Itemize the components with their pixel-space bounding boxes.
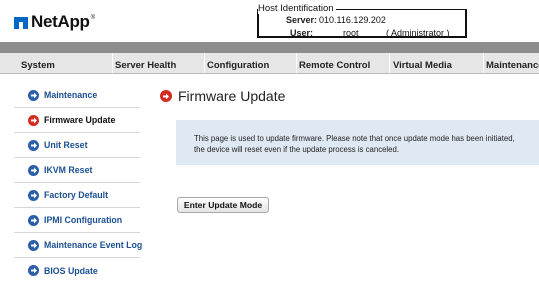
arrow-right-icon [28, 139, 39, 151]
sidebar-item-factory-default[interactable]: Factory Default [14, 183, 140, 208]
tab-system[interactable]: System [0, 53, 113, 73]
enter-update-mode-button[interactable]: Enter Update Mode [177, 197, 269, 213]
header-divider-bar [0, 42, 539, 53]
sidebar: Maintenance Firmware Update Unit Reset I… [14, 83, 143, 283]
sidebar-item-label: Factory Default [44, 190, 109, 200]
user-role: ( Administrator ) [386, 28, 450, 38]
host-identification-title: Host Identification [258, 3, 336, 14]
server-label: Server: [286, 15, 318, 25]
server-value: 010.116.129.202 [319, 15, 386, 25]
tab-virtual-media[interactable]: Virtual Media [390, 53, 484, 73]
sidebar-item-unit-reset[interactable]: Unit Reset [14, 133, 140, 158]
sidebar-item-label: Maintenance Event Log [44, 240, 143, 250]
sidebar-item-maintenance-event-log[interactable]: Maintenance Event Log [14, 233, 143, 258]
info-message-box: This page is used to update firmware. Pl… [176, 120, 539, 165]
netapp-logo: NetApp ® [14, 12, 95, 32]
tab-server-health[interactable]: Server Health [113, 53, 205, 73]
sidebar-item-label: IKVM Reset [44, 165, 93, 175]
info-text-line-1: This page is used to update firmware. Pl… [194, 134, 515, 143]
arrow-right-icon [160, 90, 172, 102]
arrow-right-icon [28, 164, 39, 176]
arrow-right-icon [28, 114, 39, 126]
sidebar-item-firmware-update[interactable]: Firmware Update [14, 108, 140, 133]
arrow-right-icon [28, 265, 39, 276]
main-nav: System Server Health Configuration Remot… [0, 53, 539, 74]
sidebar-item-label: BIOS Update [44, 265, 98, 276]
arrow-right-icon [28, 214, 39, 226]
sidebar-item-ikvm-reset[interactable]: IKVM Reset [14, 158, 140, 183]
sidebar-item-label: Unit Reset [44, 140, 88, 150]
page-header: Firmware Update [160, 88, 285, 104]
netapp-logo-icon [14, 17, 28, 29]
sidebar-item-label: Maintenance [44, 90, 98, 100]
arrow-right-icon [28, 239, 39, 251]
arrow-right-icon [28, 89, 39, 101]
sidebar-item-bios-update[interactable]: BIOS Update [14, 258, 140, 283]
trademark: ® [90, 15, 96, 21]
arrow-right-icon [28, 189, 39, 201]
tab-remote-control[interactable]: Remote Control [297, 53, 390, 73]
sidebar-item-ipmi-configuration[interactable]: IPMI Configuration [14, 208, 140, 233]
sidebar-item-label: IPMI Configuration [44, 215, 123, 225]
user-value: root [343, 28, 359, 38]
page-title: Firmware Update [178, 88, 286, 104]
logo-text: NetApp [31, 12, 90, 31]
sidebar-item-maintenance[interactable]: Maintenance [14, 83, 140, 108]
info-text-line-2: the device will reset even if the update… [194, 145, 399, 154]
sidebar-item-label: Firmware Update [44, 115, 116, 125]
user-label: User: [290, 28, 314, 38]
tab-configuration[interactable]: Configuration [205, 53, 297, 73]
host-identification-box: Host Identification Server: 010.116.129.… [257, 3, 467, 38]
tab-maintenance[interactable]: Maintenance [484, 53, 539, 73]
